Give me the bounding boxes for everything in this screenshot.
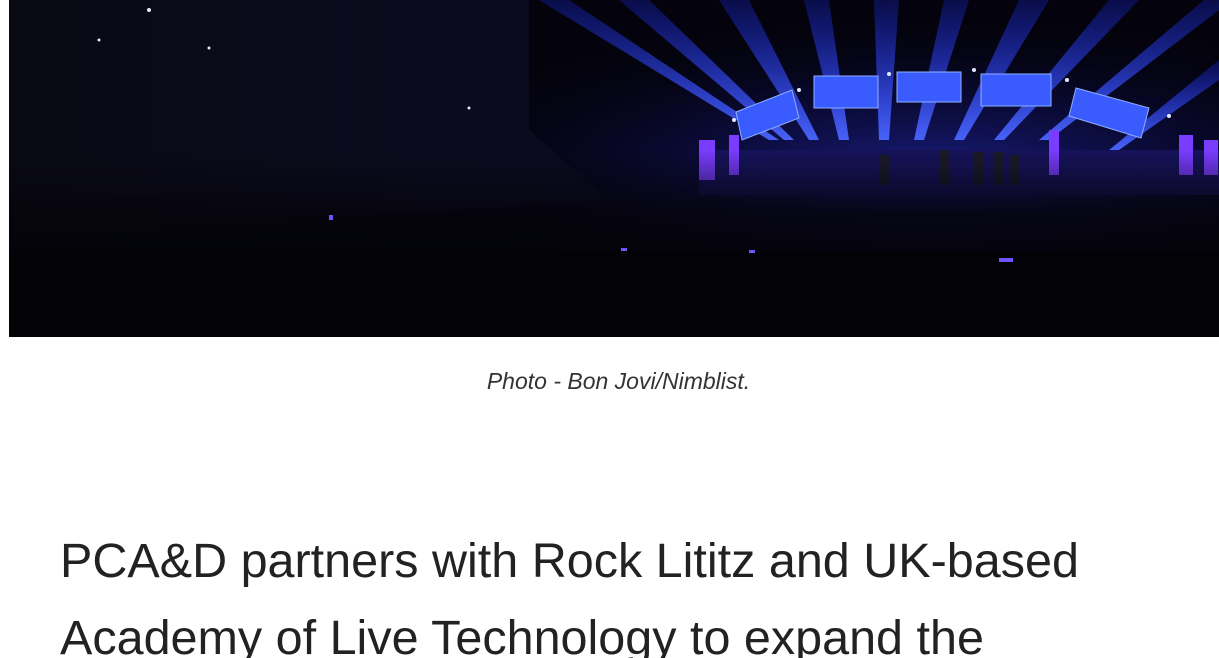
hero-image [9, 0, 1219, 337]
concert-stage-photo [9, 0, 1219, 337]
article-page: Photo - Bon Jovi/Nimblist. PCA&D partner… [0, 0, 1219, 658]
article-headline: PCA&D partners with Rock Lititz and UK-b… [60, 534, 1079, 658]
image-caption: Photo - Bon Jovi/Nimblist. [486, 368, 751, 394]
